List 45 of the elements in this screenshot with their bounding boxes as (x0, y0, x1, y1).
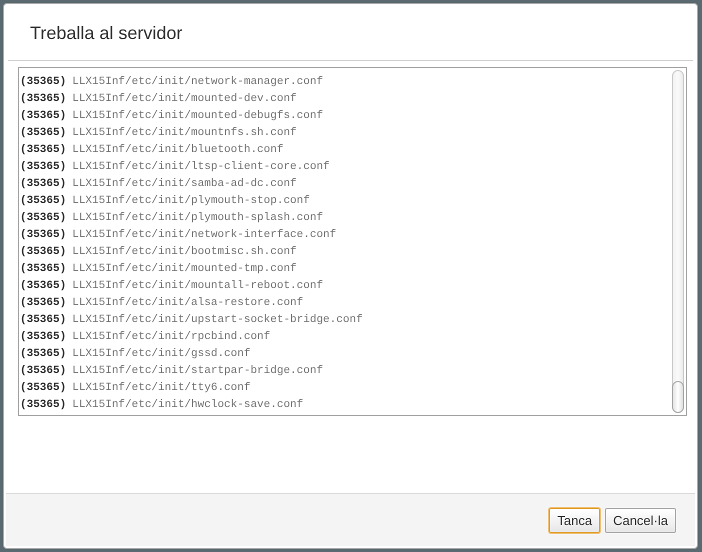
file-path: LLX15Inf/etc/init/hwclock-save.conf (72, 399, 304, 411)
file-path: LLX15Inf/etc/init/rpcbind.conf (72, 331, 270, 343)
file-path: LLX15Inf/etc/init/gssd.conf (72, 348, 250, 360)
process-id: (35365) (20, 161, 66, 173)
file-path: LLX15Inf/etc/init/mountnfs.sh.conf (72, 127, 297, 139)
process-id: (35365) (20, 93, 66, 105)
dialog-button[interactable]: Tanca (549, 508, 600, 532)
file-path: LLX15Inf/etc/init/alsa-restore.conf (72, 297, 304, 309)
process-id: (35365) (20, 280, 66, 292)
file-path: LLX15Inf/etc/init/tty6.conf (72, 382, 250, 394)
process-id: (35365) (20, 365, 66, 377)
file-path: LLX15Inf/etc/init/bluetooth.conf (72, 144, 284, 156)
dialog-title: Treballa al servidor (30, 23, 182, 43)
process-id: (35365) (20, 212, 66, 224)
file-path: LLX15Inf/etc/init/mountall-reboot.conf (72, 280, 324, 292)
file-path: LLX15Inf/etc/init/plymouth-splash.conf (72, 212, 324, 224)
file-path: LLX15Inf/etc/init/samba-ad-dc.conf (72, 178, 297, 190)
file-path: LLX15Inf/etc/init/plymouth-stop.conf (72, 195, 310, 207)
file-path: LLX15Inf/etc/init/bootmisc.sh.conf (72, 246, 297, 258)
file-path: LLX15Inf/etc/init/mounted-debugfs.conf (72, 110, 324, 122)
process-id: (35365) (20, 110, 66, 122)
process-id: (35365) (20, 297, 66, 309)
process-id: (35365) (20, 229, 66, 241)
process-id: (35365) (20, 178, 66, 190)
process-id: (35365) (20, 263, 66, 275)
file-path: LLX15Inf/etc/init/mounted-dev.conf (72, 93, 297, 105)
process-id: (35365) (20, 76, 66, 88)
process-id: (35365) (20, 246, 66, 258)
file-path: LLX15Inf/etc/init/mounted-tmp.conf (72, 263, 297, 275)
process-id: (35365) (20, 314, 66, 326)
dialog-button[interactable]: Cancel·la (605, 508, 676, 532)
process-id: (35365) (20, 195, 66, 207)
process-id: (35365) (20, 348, 66, 360)
file-path: LLX15Inf/etc/init/startpar-bridge.conf (72, 365, 324, 377)
file-path: LLX15Inf/etc/init/network-manager.conf (72, 76, 324, 88)
process-id: (35365) (20, 382, 66, 394)
process-id: (35365) (20, 399, 66, 411)
scrollbar[interactable] (672, 70, 684, 413)
process-id: (35365) (20, 331, 66, 343)
file-path: LLX15Inf/etc/init/ltsp-client-core.conf (72, 161, 330, 173)
file-path: LLX15Inf/etc/init/upstart-socket-bridge.conf (72, 314, 363, 326)
process-id: (35365) (20, 144, 66, 156)
file-path: LLX15Inf/etc/init/network-interface.conf (72, 229, 336, 241)
scrollbar-thumb[interactable] (672, 381, 684, 413)
process-id: (35365) (20, 127, 66, 139)
